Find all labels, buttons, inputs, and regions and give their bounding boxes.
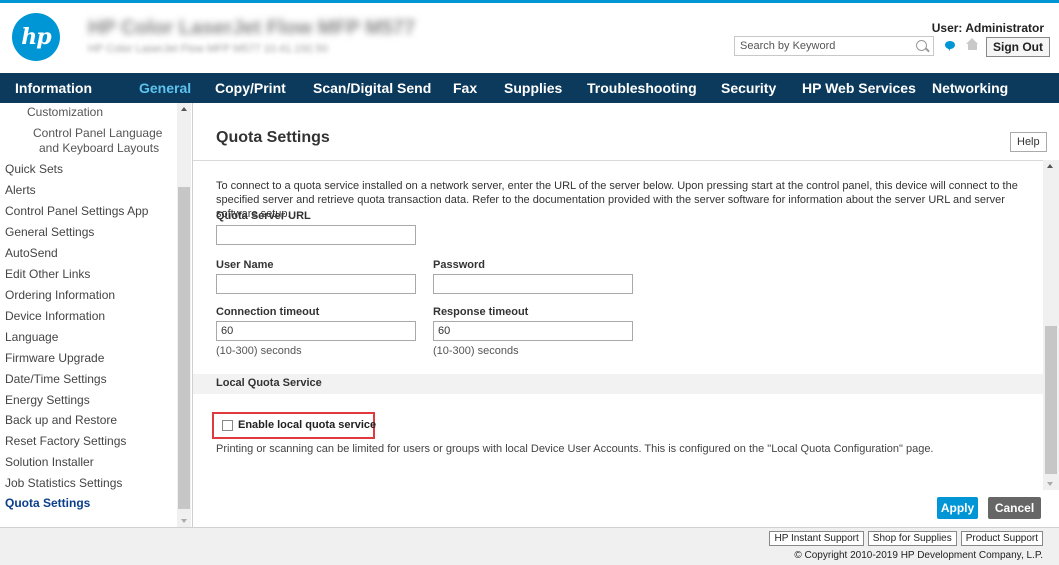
hp-instant-support-link[interactable]: HP Instant Support [769, 531, 864, 546]
sidebar-item-firmware-upgrade[interactable]: Firmware Upgrade [5, 351, 104, 365]
sidebar-item-device-information[interactable]: Device Information [5, 309, 105, 323]
response-timeout-label: Response timeout [433, 306, 529, 318]
connection-timeout-input[interactable] [216, 321, 416, 341]
tab-general[interactable]: General [139, 73, 191, 103]
sidebar-item-quota-settings[interactable]: Quota Settings [5, 496, 90, 510]
search-box[interactable] [734, 36, 934, 56]
search-input[interactable] [735, 37, 910, 55]
footer-links: HP Instant Support Shop for Supplies Pro… [769, 531, 1043, 546]
sidebar-item-edit-other-links[interactable]: Edit Other Links [5, 267, 90, 281]
sidebar-item-ordering-information[interactable]: Ordering Information [5, 288, 115, 302]
main-panel: Quota Settings Help To connect to a quot… [193, 103, 1059, 527]
enable-local-quota-label[interactable]: Enable local quota service [238, 419, 376, 431]
tab-hp-web-services[interactable]: HP Web Services [802, 73, 916, 103]
copyright: © Copyright 2010-2019 HP Development Com… [794, 550, 1043, 561]
apply-button[interactable]: Apply [937, 497, 978, 519]
tab-troubleshooting[interactable]: Troubleshooting [587, 73, 697, 103]
sidebar-item-quick-sets[interactable]: Quick Sets [5, 162, 63, 176]
quota-server-url-label: Quota Server URL [216, 210, 311, 222]
scroll-down-icon[interactable] [181, 519, 187, 523]
shop-for-supplies-link[interactable]: Shop for Supplies [867, 531, 957, 546]
tab-scan-digital-send[interactable]: Scan/Digital Send [313, 73, 431, 103]
response-timeout-input[interactable] [433, 321, 633, 341]
content-scrollbar[interactable] [1043, 160, 1059, 490]
sidebar-item-language[interactable]: Language [5, 330, 58, 344]
sidebar-scrollbar[interactable] [177, 103, 191, 527]
device-subtitle: HP Color LaserJet Flow MFP M577 10.41.19… [88, 43, 328, 55]
tab-security[interactable]: Security [721, 73, 776, 103]
tab-copy-print[interactable]: Copy/Print [215, 73, 286, 103]
footer: HP Instant Support Shop for Supplies Pro… [0, 527, 1059, 565]
enable-local-quota-checkbox[interactable] [222, 420, 233, 431]
user-label: User: Administrator [931, 21, 1044, 35]
sidebar: Customization Control Panel Language and… [0, 103, 193, 527]
local-quota-note: Printing or scanning can be limited for … [216, 443, 934, 455]
header: hp HP Color LaserJet Flow MFP M577 HP Co… [0, 3, 1059, 73]
quota-server-url-input[interactable] [216, 225, 416, 245]
content-scroll-thumb[interactable] [1045, 326, 1057, 474]
sidebar-item-alerts[interactable]: Alerts [5, 183, 36, 197]
scroll-up-icon[interactable] [1047, 164, 1053, 168]
sign-out-button[interactable]: Sign Out [986, 37, 1050, 57]
product-support-link[interactable]: Product Support [960, 531, 1043, 546]
sidebar-item-back-up-and-restore[interactable]: Back up and Restore [5, 413, 117, 427]
tab-fax[interactable]: Fax [453, 73, 477, 103]
password-label: Password [433, 259, 485, 271]
sidebar-item-job-statistics-settings[interactable]: Job Statistics Settings [5, 476, 122, 490]
connection-timeout-hint: (10-300) seconds [216, 345, 302, 357]
connection-timeout-label: Connection timeout [216, 306, 320, 318]
chat-icon[interactable] [945, 41, 955, 51]
sidebar-item-solution-installer[interactable]: Solution Installer [5, 455, 94, 469]
sidebar-item-control-panel-language[interactable]: Control Panel Language [33, 126, 162, 140]
sidebar-item-general-settings[interactable]: General Settings [5, 225, 94, 239]
scroll-down-icon[interactable] [1047, 482, 1053, 486]
settings-content: To connect to a quota service installed … [193, 160, 1043, 491]
local-quota-section-header: Local Quota Service [193, 374, 1043, 394]
cancel-button[interactable]: Cancel [988, 497, 1041, 519]
tab-supplies[interactable]: Supplies [504, 73, 562, 103]
sidebar-item-customization[interactable]: Customization [27, 105, 103, 119]
sidebar-item-autosend[interactable]: AutoSend [5, 246, 58, 260]
user-name-label: User Name [216, 259, 274, 271]
help-button[interactable]: Help [1010, 132, 1047, 152]
main-nav: Information General Copy/Print Scan/Digi… [0, 73, 1059, 103]
quota-description: To connect to a quota service installed … [216, 180, 1018, 220]
user-name-input[interactable] [216, 274, 416, 294]
sidebar-scroll-thumb[interactable] [178, 187, 190, 509]
search-icon[interactable] [916, 40, 927, 51]
password-input[interactable] [433, 274, 633, 294]
scroll-up-icon[interactable] [181, 107, 187, 111]
sidebar-item-reset-factory-settings[interactable]: Reset Factory Settings [5, 434, 126, 448]
sidebar-item-date-time-settings[interactable]: Date/Time Settings [5, 372, 107, 386]
page-title: Quota Settings [216, 129, 330, 146]
tab-networking[interactable]: Networking [932, 73, 1008, 103]
tab-information[interactable]: Information [15, 73, 92, 103]
response-timeout-hint: (10-300) seconds [433, 345, 519, 357]
local-quota-section-title: Local Quota Service [216, 377, 322, 389]
sidebar-item-control-panel-settings-app[interactable]: Control Panel Settings App [5, 204, 148, 218]
sidebar-item-energy-settings[interactable]: Energy Settings [5, 393, 90, 407]
sidebar-item-keyboard-layouts[interactable]: and Keyboard Layouts [39, 141, 159, 155]
hp-logo[interactable]: hp [12, 13, 60, 61]
device-name: HP Color LaserJet Flow MFP M577 [88, 17, 416, 39]
home-icon[interactable] [966, 38, 979, 51]
